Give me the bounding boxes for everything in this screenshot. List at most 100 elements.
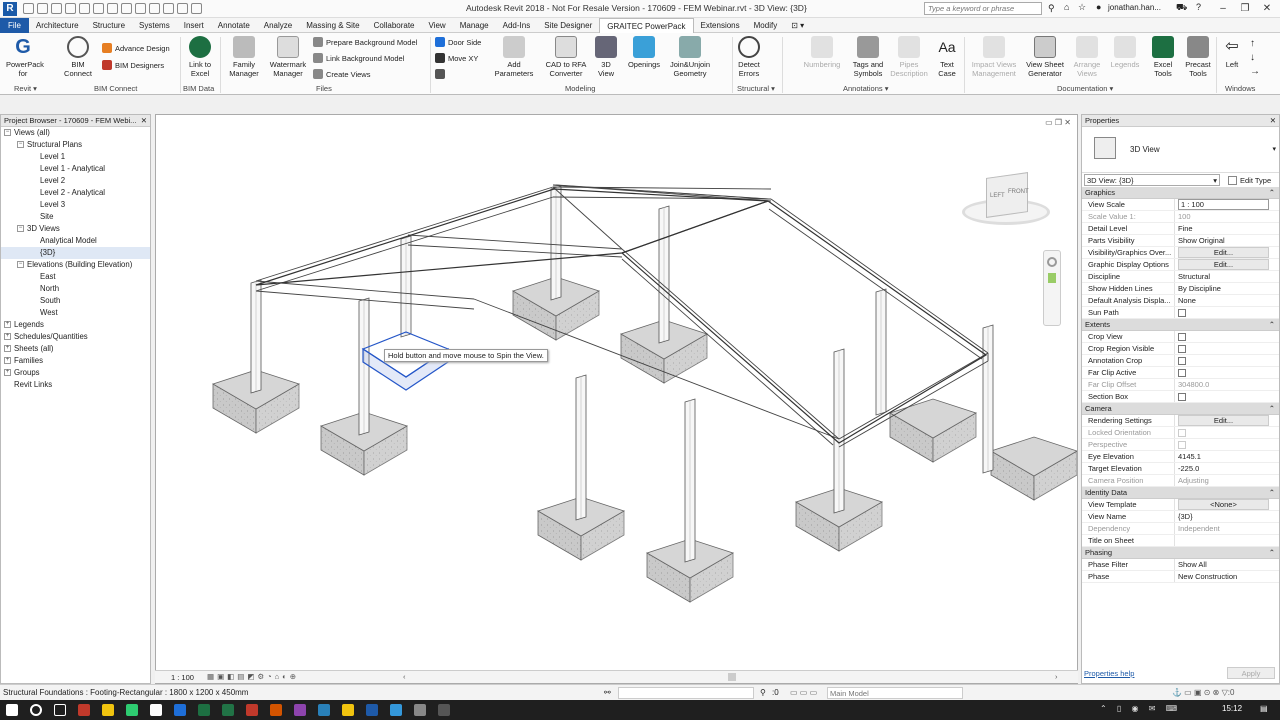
edit-button[interactable]: Edit... xyxy=(1178,247,1269,258)
tab-site-designer[interactable]: Site Designer xyxy=(537,18,599,33)
ribbon-toggle-icon[interactable]: ⊡ ▾ xyxy=(784,18,811,33)
edit-button[interactable]: Edit... xyxy=(1178,415,1269,426)
tree-item[interactable]: − Elevations (Building Elevation) xyxy=(1,259,150,271)
property-value[interactable]: 1 : 100 xyxy=(1175,199,1279,210)
steering-wheel-icon[interactable] xyxy=(1047,257,1057,267)
text-icon[interactable] xyxy=(121,3,132,14)
collapse-icon[interactable]: ⌃ xyxy=(1269,187,1275,199)
property-value[interactable]: Fine xyxy=(1175,223,1279,234)
checkbox[interactable] xyxy=(1178,333,1186,342)
checkbox[interactable] xyxy=(1178,345,1186,354)
undo-icon[interactable] xyxy=(65,3,76,14)
panel-label-structural[interactable]: Structural ▾ xyxy=(737,84,775,93)
selection-icons[interactable]: ⚓ ▭ ▣ ⊙ ⊗ ▽:0 xyxy=(1172,685,1234,701)
arrange-views-button[interactable]: Arrange Views xyxy=(1070,36,1104,78)
property-group-header[interactable]: Phasing ⌃ xyxy=(1082,547,1279,559)
column[interactable] xyxy=(833,348,845,514)
close-icon[interactable]: ✕ xyxy=(141,115,147,127)
create-views-button[interactable]: Create Views xyxy=(313,69,370,79)
footing[interactable] xyxy=(990,436,1077,501)
scroll-left-icon[interactable]: ‹ xyxy=(403,672,406,681)
move-xy-button[interactable]: Move XY xyxy=(435,53,478,63)
vertical-scrollbar[interactable] xyxy=(1067,129,1075,669)
viewcube[interactable]: LEFT FRONT xyxy=(962,169,1052,231)
properties-help-link[interactable]: Properties help xyxy=(1084,669,1134,678)
close-hidden-windows-icon[interactable] xyxy=(177,3,188,14)
link-background-model-button[interactable]: Link Background Model xyxy=(313,53,404,63)
cart-icon[interactable]: ⛟ xyxy=(1176,2,1187,14)
tab-structure[interactable]: Structure xyxy=(86,18,132,33)
close-icon[interactable]: ✕ xyxy=(1270,115,1276,127)
default-3d-view-icon[interactable] xyxy=(135,3,146,14)
property-value[interactable]: By Discipline xyxy=(1175,283,1279,294)
design-option-dropdown[interactable]: Main Model xyxy=(827,687,963,699)
join-unjoin-button[interactable]: Join&Unjoin Geometry xyxy=(666,36,714,78)
footing[interactable] xyxy=(889,398,977,463)
column[interactable] xyxy=(358,297,370,436)
tree-item[interactable]: Level 2 xyxy=(1,175,150,187)
tree-item[interactable]: East xyxy=(1,271,150,283)
taskbar-app-icon[interactable] xyxy=(24,700,48,720)
measure-icon[interactable] xyxy=(107,3,118,14)
expand-icon[interactable]: + xyxy=(4,345,11,353)
section-icon[interactable] xyxy=(149,3,160,14)
beam[interactable] xyxy=(552,186,623,250)
tab-collaborate[interactable]: Collaborate xyxy=(367,18,422,33)
tree-item[interactable]: Analytical Model xyxy=(1,235,150,247)
text-case-button[interactable]: Aa Text Case xyxy=(934,36,960,78)
taskbar-app-icon[interactable] xyxy=(240,700,264,720)
collapse-icon[interactable]: − xyxy=(17,261,24,269)
tab-architecture[interactable]: Architecture xyxy=(29,18,86,33)
tab-massing-site[interactable]: Massing & Site xyxy=(299,18,366,33)
property-value[interactable]: Edit... xyxy=(1175,259,1279,270)
tree-item[interactable]: + Families xyxy=(1,355,150,367)
tree-item[interactable]: − Structural Plans xyxy=(1,139,150,151)
expand-icon[interactable]: + xyxy=(4,321,11,329)
property-group-header[interactable]: Camera ⌃ xyxy=(1082,403,1279,415)
watermark-manager-button[interactable]: Watermark Manager xyxy=(267,36,309,78)
user-name[interactable]: jonathan.han... xyxy=(1108,3,1161,12)
tree-item[interactable]: − Views (all) xyxy=(1,127,150,139)
taskbar-app-icon[interactable] xyxy=(48,700,72,720)
property-value[interactable]: -225.0 xyxy=(1175,463,1279,474)
system-tray-icons[interactable]: ⌃ ▯ ◉ ✉ ⌨ xyxy=(1100,704,1181,713)
checkbox[interactable] xyxy=(1178,369,1186,378)
collapse-icon[interactable]: ⌃ xyxy=(1269,547,1275,559)
view-sheet-generator-button[interactable]: View Sheet Generator xyxy=(1024,36,1066,78)
column[interactable] xyxy=(982,324,994,474)
edit-button[interactable]: <None> xyxy=(1178,499,1269,510)
tree-item[interactable]: −3D Views xyxy=(1,223,150,235)
beam[interactable] xyxy=(255,280,475,300)
windows-start-icon[interactable] xyxy=(0,700,24,720)
thin-lines-icon[interactable] xyxy=(163,3,174,14)
tree-item[interactable]: South xyxy=(1,295,150,307)
tab-systems[interactable]: Systems xyxy=(132,18,177,33)
excel-tools-button[interactable]: Excel Tools xyxy=(1148,36,1178,78)
taskbar-app-icon[interactable] xyxy=(120,700,144,720)
3d-viewport[interactable]: ▭ ❐ ✕ Hold button and move mouse to Spin… xyxy=(155,114,1078,684)
property-value[interactable] xyxy=(1175,331,1279,342)
zoom-icon[interactable] xyxy=(1048,273,1056,283)
door-side-button[interactable]: Door Side xyxy=(435,37,481,47)
column[interactable] xyxy=(684,398,696,563)
structure-model[interactable] xyxy=(156,115,1077,670)
property-value[interactable] xyxy=(1175,355,1279,366)
property-group-header[interactable]: Identity Data ⌃ xyxy=(1082,487,1279,499)
viewcube-left-face[interactable]: LEFT xyxy=(990,193,1005,199)
maximize-icon[interactable]: ❐ xyxy=(1234,0,1256,18)
taskbar-app-icon[interactable] xyxy=(216,700,240,720)
property-value[interactable]: Edit... xyxy=(1175,415,1279,426)
powerpack-button[interactable]: G PowerPack for xyxy=(6,36,44,78)
property-value[interactable] xyxy=(1175,391,1279,402)
edit-button[interactable]: Edit... xyxy=(1178,259,1269,270)
taskbar-app-icon[interactable] xyxy=(288,700,312,720)
property-value[interactable]: {3D} xyxy=(1175,511,1279,522)
detect-errors-button[interactable]: Detect Errors xyxy=(734,36,764,78)
subscription-icon[interactable]: ⌂ xyxy=(1064,2,1069,12)
tab-extensions[interactable]: Extensions xyxy=(694,18,747,33)
cad-to-rfa-button[interactable]: CAD to RFA Converter xyxy=(544,36,588,78)
filter-icons[interactable]: ▭ ▭ ▭ xyxy=(790,685,817,701)
tab-graitec-powerpack[interactable]: GRAITEC PowerPack xyxy=(599,17,694,33)
property-value[interactable]: Edit... xyxy=(1175,247,1279,258)
tree-item[interactable]: Level 1 - Analytical xyxy=(1,163,150,175)
